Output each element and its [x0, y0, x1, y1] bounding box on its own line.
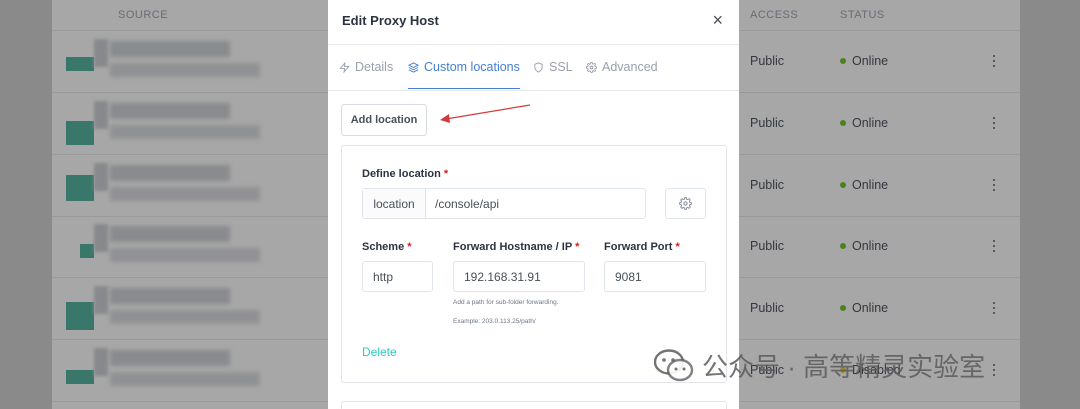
hostname-example: Example: 203.0.113.25/path/ — [453, 318, 536, 325]
location-path-input[interactable]: /console/api — [426, 189, 499, 218]
hostname-hint: Add a path for sub-folder forwarding. — [453, 299, 559, 306]
location-prefix: location — [363, 189, 426, 218]
delete-location-link[interactable]: Delete — [362, 345, 397, 359]
forward-port-input[interactable]: 9081 — [604, 261, 706, 292]
location-settings-button[interactable] — [665, 188, 706, 219]
watermark-text: 公众号 · 高等精灵实验室 — [702, 352, 986, 382]
tab-advanced[interactable]: Advanced — [586, 60, 658, 74]
modal-header: Edit Proxy Host × — [328, 0, 739, 45]
gear-icon — [679, 197, 692, 210]
modal-tabs: Details Custom locations SSL Advanced — [328, 45, 739, 91]
next-location-card — [341, 401, 727, 409]
zap-icon — [339, 61, 350, 73]
tab-ssl[interactable]: SSL — [533, 60, 573, 74]
forward-port-label: Forward Port * — [604, 241, 680, 253]
tab-details[interactable]: Details — [339, 60, 393, 74]
tab-custom-locations[interactable]: Custom locations — [408, 60, 520, 89]
shield-icon — [534, 61, 543, 73]
forward-hostname-label: Forward Hostname / IP * — [453, 241, 580, 253]
close-icon[interactable]: × — [712, 11, 723, 29]
location-path-group: location /console/api — [362, 188, 646, 219]
wechat-logo-icon — [654, 348, 694, 381]
add-location-button[interactable]: Add location — [341, 104, 427, 136]
watermark: 公众号 · 高等精灵实验室 — [654, 347, 985, 384]
scheme-label: Scheme * — [362, 241, 412, 253]
layers-icon — [408, 61, 419, 73]
forward-hostname-input[interactable]: 192.168.31.91 — [453, 261, 585, 292]
scheme-input[interactable]: http — [362, 261, 433, 292]
modal-title: Edit Proxy Host — [342, 13, 439, 28]
define-location-label: Define location * — [362, 168, 449, 180]
gear-icon — [586, 61, 597, 73]
